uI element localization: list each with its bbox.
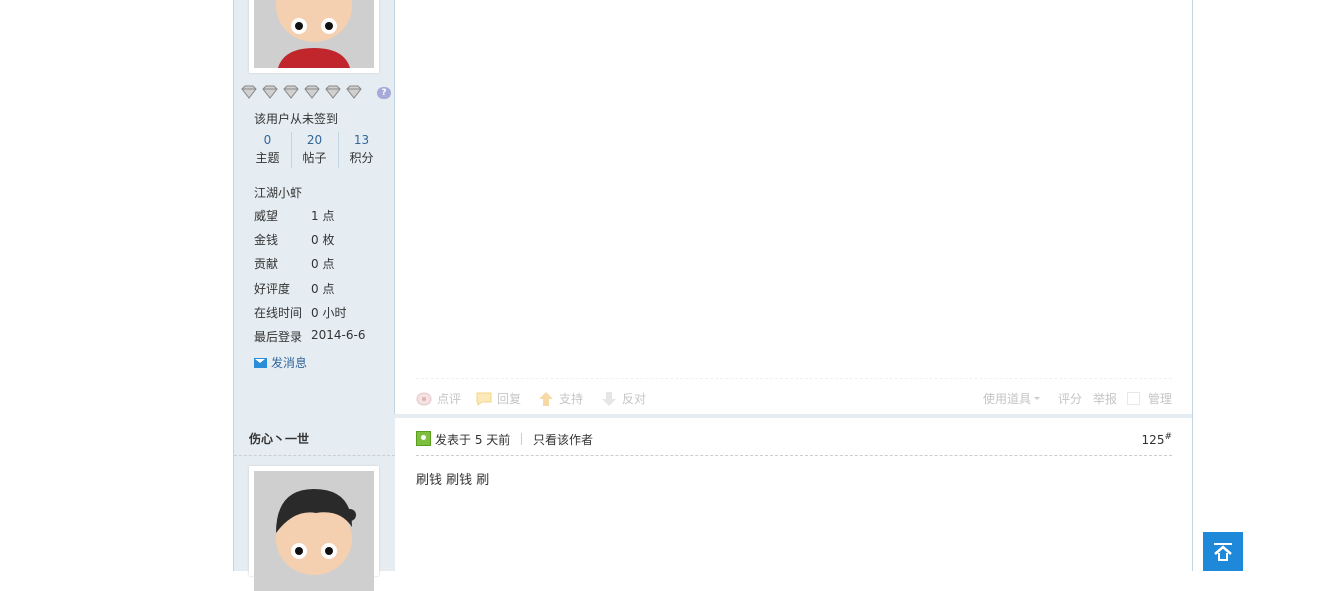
profile-key: 威望 xyxy=(254,209,279,223)
avatar[interactable] xyxy=(249,0,379,73)
signin-status: 该用户从未签到 xyxy=(254,112,339,126)
report-label: 举报 xyxy=(1093,392,1118,406)
avatar-image xyxy=(254,471,374,591)
profile-value: 0 点 xyxy=(311,282,335,296)
post-action-bar: 点评 回复 支持 反对 使用道具 评分 举报 管理 xyxy=(416,378,1172,415)
diamond-medal-icon[interactable] xyxy=(283,85,299,99)
diamond-medal-icon[interactable] xyxy=(241,85,257,99)
stat-threads[interactable]: 0 主题 xyxy=(244,131,291,167)
support-arrow-up-icon xyxy=(539,391,553,406)
only-author-link[interactable]: 只看该作者 xyxy=(533,431,593,448)
profile-value: 0 枚 xyxy=(311,233,335,247)
floor-number-link[interactable]: 125# xyxy=(1142,432,1172,447)
support-button[interactable]: 支持 xyxy=(538,390,583,407)
reply-button[interactable]: 回复 xyxy=(476,390,521,407)
divider xyxy=(521,433,522,445)
rate-label: 评分 xyxy=(1058,392,1083,406)
profile-value: 0 点 xyxy=(311,257,335,271)
reply-label: 回复 xyxy=(497,392,522,406)
profile-key: 在线时间 xyxy=(254,306,303,320)
oppose-arrow-down-icon xyxy=(602,391,616,406)
author-name-link[interactable]: 伤心丶一世 xyxy=(249,430,309,447)
profile-value: 2014-6-6 xyxy=(311,328,366,342)
diamond-medal-icon[interactable] xyxy=(304,85,320,99)
manage-checkbox[interactable]: 管理 xyxy=(1127,390,1172,407)
profile-key: 金钱 xyxy=(254,233,279,247)
send-message-link[interactable]: 发消息 xyxy=(254,354,307,371)
stat-credits[interactable]: 13 积分 xyxy=(338,131,385,167)
comment-label: 点评 xyxy=(437,392,462,406)
help-question-icon[interactable]: ? xyxy=(377,87,391,99)
comment-button[interactable]: 点评 xyxy=(416,390,461,407)
manage-label: 管理 xyxy=(1148,392,1173,406)
back-to-top-button[interactable] xyxy=(1203,532,1243,571)
user-post-icon xyxy=(416,431,431,446)
stat-label: 主题 xyxy=(255,151,280,165)
diamond-medal-icon[interactable] xyxy=(325,85,341,99)
send-message-label: 发消息 xyxy=(271,356,308,370)
envelope-icon xyxy=(254,357,267,368)
author-sidebar: 伤心丶一世 xyxy=(234,418,395,591)
post-time: 发表于 5 天前 xyxy=(435,433,511,447)
comment-icon xyxy=(416,392,432,405)
post-info-bar: 发表于 5 天前 只看该作者 125# xyxy=(416,429,1172,456)
manage-checkbox-box[interactable] xyxy=(1127,392,1140,405)
diamond-medal-icon[interactable] xyxy=(346,85,362,99)
user-level: 江湖小虾 xyxy=(254,186,303,200)
chevron-down-icon xyxy=(1034,397,1041,400)
reply-icon xyxy=(476,392,492,406)
oppose-label: 反对 xyxy=(622,392,647,406)
post-content: 刷钱 刷钱 刷 xyxy=(416,473,490,488)
oppose-button[interactable]: 反对 xyxy=(601,390,646,407)
profile-key: 好评度 xyxy=(254,282,291,296)
report-button[interactable]: 举报 xyxy=(1093,390,1117,407)
back-to-top-icon xyxy=(1214,543,1232,561)
divider xyxy=(234,455,395,456)
stat-value[interactable]: 13 xyxy=(338,131,385,149)
stat-value[interactable]: 0 xyxy=(244,131,291,149)
profile-value: 1 点 xyxy=(311,209,335,223)
avatar[interactable] xyxy=(249,466,379,591)
stat-label: 帖子 xyxy=(302,151,327,165)
use-tool-dropdown[interactable]: 使用道具 xyxy=(983,390,1041,407)
support-label: 支持 xyxy=(559,392,584,406)
profile-value: 0 小时 xyxy=(311,306,347,320)
stat-value[interactable]: 20 xyxy=(291,131,338,149)
floor-number: 125 xyxy=(1141,433,1165,447)
profile-key: 最后登录 xyxy=(254,330,303,344)
profile-key: 贡献 xyxy=(254,257,279,271)
use-tool-label: 使用道具 xyxy=(983,392,1032,406)
diamond-medal-icon[interactable] xyxy=(262,85,278,99)
user-stats: 0 主题 20 帖子 13 积分 xyxy=(244,131,385,169)
rate-button[interactable]: 评分 xyxy=(1058,390,1082,407)
post-table: ? 该用户从未签到 0 主题 20 帖子 13 积分 江湖小虾 威望 1 点 金… xyxy=(233,0,1193,591)
stat-label: 积分 xyxy=(349,151,374,165)
stat-posts[interactable]: 20 帖子 xyxy=(291,131,338,167)
avatar-image xyxy=(254,0,374,68)
floor-mark: # xyxy=(1164,432,1172,442)
